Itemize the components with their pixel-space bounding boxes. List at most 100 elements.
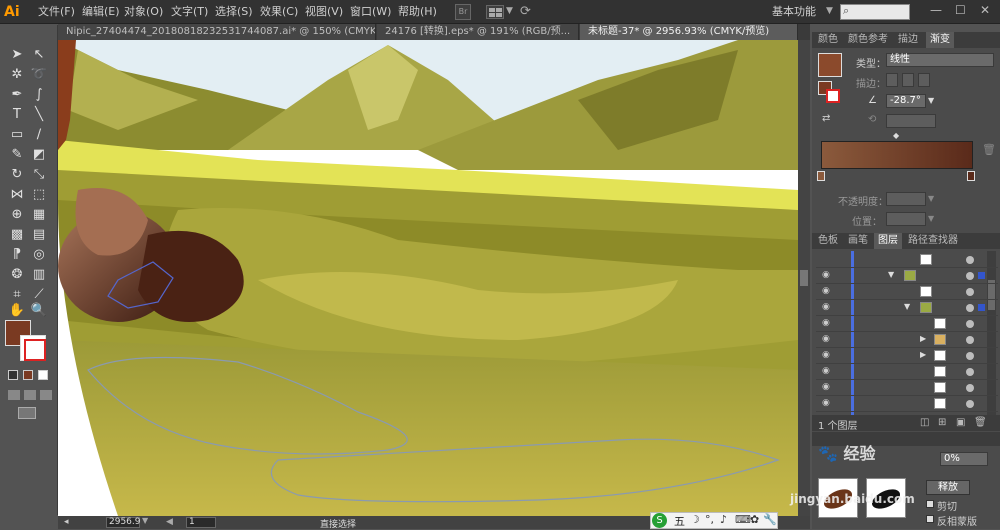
layer-row[interactable]: ◉ xyxy=(816,380,998,396)
skin-icon[interactable]: ✿ xyxy=(750,513,759,526)
eye-icon[interactable]: ◉ xyxy=(822,303,832,312)
tab-gradient[interactable]: 渐变 xyxy=(926,32,954,48)
reverse-gradient-icon[interactable]: ⇄ xyxy=(822,113,830,124)
tab-color[interactable]: 颜色 xyxy=(814,32,842,48)
tab-brushes[interactable]: 画笔 xyxy=(844,233,872,249)
clip-checkbox[interactable] xyxy=(926,500,934,508)
eye-icon[interactable]: ◉ xyxy=(822,271,832,280)
free-transform-icon[interactable]: ⬚ xyxy=(30,186,48,204)
pencil-tool-icon[interactable]: ✎ xyxy=(8,146,26,164)
width-tool-icon[interactable]: ⋈ xyxy=(8,186,26,204)
menu-view[interactable]: 视图(V) xyxy=(305,0,343,24)
eye-icon[interactable]: ◉ xyxy=(822,383,832,392)
blend-tool-icon[interactable]: ◎ xyxy=(30,246,48,264)
layer-row[interactable]: ◉ ▶ xyxy=(816,332,998,348)
eye-icon[interactable]: ◉ xyxy=(822,335,832,344)
tab-layers[interactable]: 图层 xyxy=(874,233,902,249)
moon-icon[interactable]: ☽ xyxy=(690,513,700,526)
menu-object[interactable]: 对象(O) xyxy=(124,0,163,24)
hand-tool-icon[interactable]: ✋ xyxy=(8,302,26,320)
eye-icon[interactable]: ◉ xyxy=(822,287,832,296)
opacity-percent-field[interactable]: 0% xyxy=(940,452,988,466)
color-mode-button[interactable] xyxy=(8,370,18,380)
screen-mode-button[interactable] xyxy=(18,407,36,419)
selection-tool-icon[interactable]: ➤ xyxy=(8,46,26,64)
status-nav-icon[interactable]: ◂ xyxy=(64,517,69,527)
zoom-field[interactable]: 2956.9 xyxy=(106,517,141,528)
menu-help[interactable]: 帮助(H) xyxy=(398,0,437,24)
menu-window[interactable]: 窗口(W) xyxy=(350,0,391,24)
tab-swatches[interactable]: 色板 xyxy=(814,233,842,249)
sync-settings-icon[interactable]: ⟳ xyxy=(520,4,531,19)
opacity-field[interactable] xyxy=(886,192,926,206)
tab-document-nipic[interactable]: Nipic_27404474_20180818232531744087.ai* … xyxy=(58,24,376,40)
menu-type[interactable]: 文字(T) xyxy=(171,0,208,24)
aspect-ratio-field[interactable] xyxy=(886,114,936,128)
keyboard-icon[interactable]: ⌨ xyxy=(735,513,751,526)
position-field[interactable] xyxy=(886,212,926,226)
maximize-button[interactable]: ☐ xyxy=(955,3,966,17)
stroke-option-3[interactable] xyxy=(918,73,930,87)
scale-tool-icon[interactable]: ⤡ xyxy=(30,166,48,184)
minimize-button[interactable]: — xyxy=(930,3,942,17)
zoom-tool-icon[interactable]: 🔍 xyxy=(30,302,48,320)
artwork-canvas[interactable] xyxy=(58,40,798,516)
layer-row[interactable]: ◉ xyxy=(816,396,998,412)
none-mode-button[interactable] xyxy=(38,370,48,380)
lasso-tool-icon[interactable]: ➰ xyxy=(30,66,48,84)
wrench-icon[interactable]: 🔧 xyxy=(763,513,777,526)
paintbrush-tool-icon[interactable]: ∕ xyxy=(30,126,48,144)
prev-artboard-icon[interactable]: ◀ xyxy=(166,517,173,527)
gradient-preview-swatch[interactable] xyxy=(818,53,842,77)
microphone-icon[interactable]: ♪ xyxy=(720,513,727,526)
symbol-sprayer-icon[interactable]: ❂ xyxy=(8,266,26,284)
artboard-field[interactable]: 1 xyxy=(186,517,216,528)
tab-document-24176[interactable]: 24176 [转换].eps* @ 191% (RGB/预... xyxy=(377,24,579,40)
layer-row[interactable]: ◉ ▼ xyxy=(816,300,998,316)
menu-effect[interactable]: 效果(C) xyxy=(260,0,298,24)
curvature-tool-icon[interactable]: ∫ xyxy=(30,86,48,104)
magic-wand-icon[interactable]: ✲ xyxy=(8,66,26,84)
eyedropper-tool-icon[interactable]: ⁋ xyxy=(8,246,26,264)
arrange-documents-button[interactable] xyxy=(486,5,504,19)
stroke-option-2[interactable] xyxy=(902,73,914,87)
close-button[interactable]: ✕ xyxy=(980,3,990,17)
menu-edit[interactable]: 编辑(E) xyxy=(82,0,120,24)
chevron-down-icon[interactable]: ▼ xyxy=(928,96,934,105)
draw-normal-button[interactable] xyxy=(8,390,20,400)
punctuation-icon[interactable]: °, xyxy=(705,513,714,526)
stroke-option-1[interactable] xyxy=(886,73,898,87)
eye-icon[interactable]: ◉ xyxy=(822,351,832,360)
shape-builder-icon[interactable]: ⊕ xyxy=(8,206,26,224)
layer-row[interactable]: ◉ ▶ xyxy=(816,348,998,364)
new-layer-icon[interactable]: ▣ xyxy=(956,417,965,428)
stroke-color-swatch[interactable] xyxy=(20,335,46,361)
gradient-stop-start[interactable] xyxy=(817,171,825,181)
pen-tool-icon[interactable]: ✒ xyxy=(8,86,26,104)
tab-pathfinder[interactable]: 路径查找器 xyxy=(904,233,962,249)
gradient-slider[interactable] xyxy=(821,141,973,169)
graph-tool-icon[interactable]: ▥ xyxy=(30,266,48,284)
gradient-mode-button[interactable] xyxy=(23,370,33,380)
ime-mode-label[interactable]: 五 xyxy=(674,513,685,529)
workspace-switcher[interactable]: 基本功能 xyxy=(772,0,816,24)
mesh-tool-icon[interactable]: ▩ xyxy=(8,226,26,244)
layer-row[interactable] xyxy=(816,252,998,268)
midpoint-diamond-icon[interactable]: ◆ xyxy=(893,131,899,140)
new-sublayer-icon[interactable]: ⊞ xyxy=(938,417,946,428)
rectangle-tool-icon[interactable]: ▭ xyxy=(8,126,26,144)
search-input[interactable] xyxy=(840,4,910,20)
release-button[interactable]: 释放 xyxy=(926,480,970,495)
perspective-grid-icon[interactable]: ▦ xyxy=(30,206,48,224)
chevron-down-icon[interactable]: ▼ xyxy=(142,516,148,525)
rotate-tool-icon[interactable]: ↻ xyxy=(8,166,26,184)
tab-document-untitled[interactable]: 未标题-37* @ 2956.93% (CMYK/预览) xyxy=(580,24,798,40)
stroke-indicator[interactable] xyxy=(826,89,840,103)
layer-row[interactable]: ◉ ▼ xyxy=(816,268,998,284)
layer-row[interactable]: ◉ xyxy=(816,316,998,332)
scrollbar-thumb[interactable] xyxy=(800,270,808,286)
bridge-button[interactable]: Br xyxy=(455,4,471,20)
make-clipping-mask-icon[interactable]: ◫ xyxy=(920,417,929,428)
angle-field[interactable]: -28.7° xyxy=(886,94,926,108)
eye-icon[interactable]: ◉ xyxy=(822,399,832,408)
